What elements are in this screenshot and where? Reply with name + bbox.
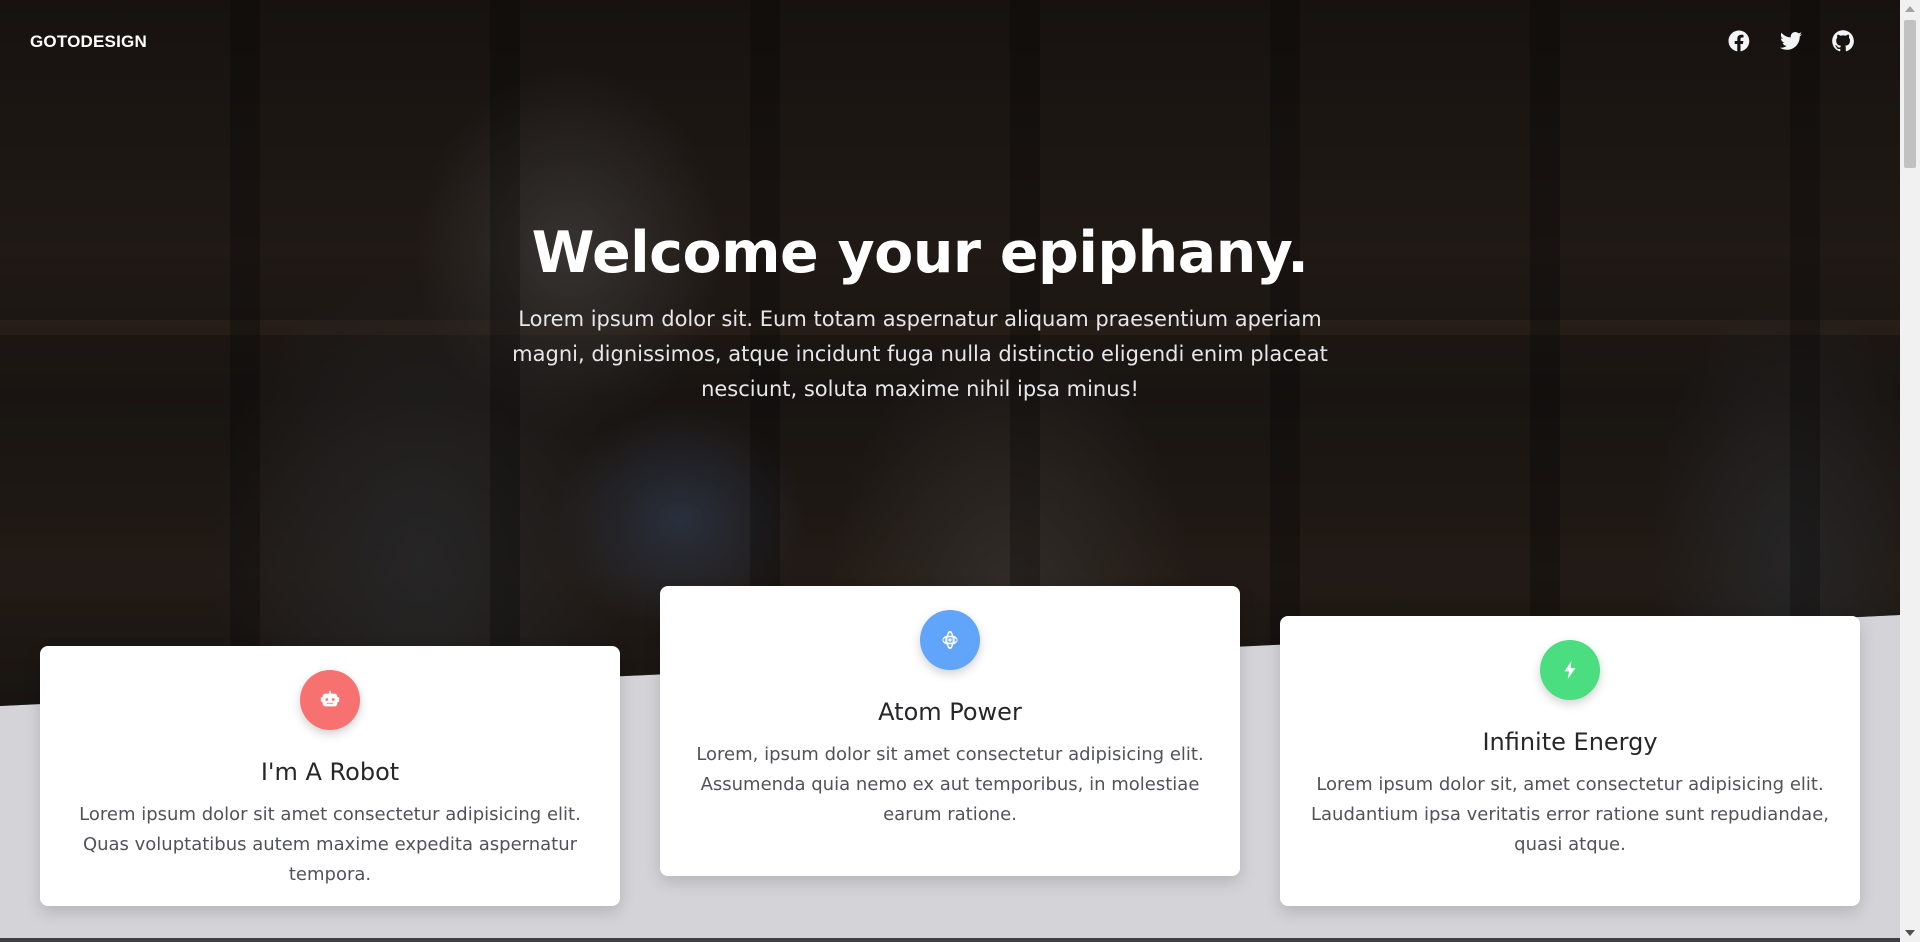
bolt-icon (1540, 640, 1600, 700)
github-icon[interactable] (1830, 28, 1856, 54)
feature-card-energy: Infinite Energy Lorem ipsum dolor sit, a… (1280, 616, 1860, 906)
vertical-scrollbar[interactable] (1900, 0, 1920, 942)
scroll-up-arrow-icon[interactable] (1905, 6, 1915, 12)
robot-icon (300, 670, 360, 730)
atom-icon (920, 610, 980, 670)
card-description: Lorem, ipsum dolor sit amet consectetur … (696, 744, 1204, 825)
hero-title: Welcome your epiphany. (531, 220, 1309, 286)
bottom-divider (0, 938, 1900, 942)
scrollbar-thumb[interactable] (1904, 20, 1916, 168)
top-navbar: GOTODESIGN (0, 0, 1900, 84)
feature-card-atom: Atom Power Lorem, ipsum dolor sit amet c… (660, 586, 1240, 876)
facebook-icon[interactable] (1726, 28, 1752, 54)
card-title: Infinite Energy (1482, 728, 1658, 756)
scroll-down-arrow-icon[interactable] (1905, 930, 1915, 936)
hero-description: Lorem ipsum dolor sit. Eum totam asperna… (512, 307, 1328, 401)
feature-card-robot: I'm A Robot Lorem ipsum dolor sit amet c… (40, 646, 620, 906)
card-description: Lorem ipsum dolor sit, amet consectetur … (1311, 774, 1829, 855)
landing-page: GOTODESIGN Welcome your epiphany. Lorem … (0, 0, 1920, 942)
card-description: Lorem ipsum dolor sit amet consectetur a… (79, 804, 581, 885)
twitter-icon[interactable] (1778, 28, 1804, 54)
brand-logo[interactable]: GOTODESIGN (30, 32, 147, 52)
card-title: I'm A Robot (260, 758, 400, 786)
card-title: Atom Power (878, 698, 1022, 726)
